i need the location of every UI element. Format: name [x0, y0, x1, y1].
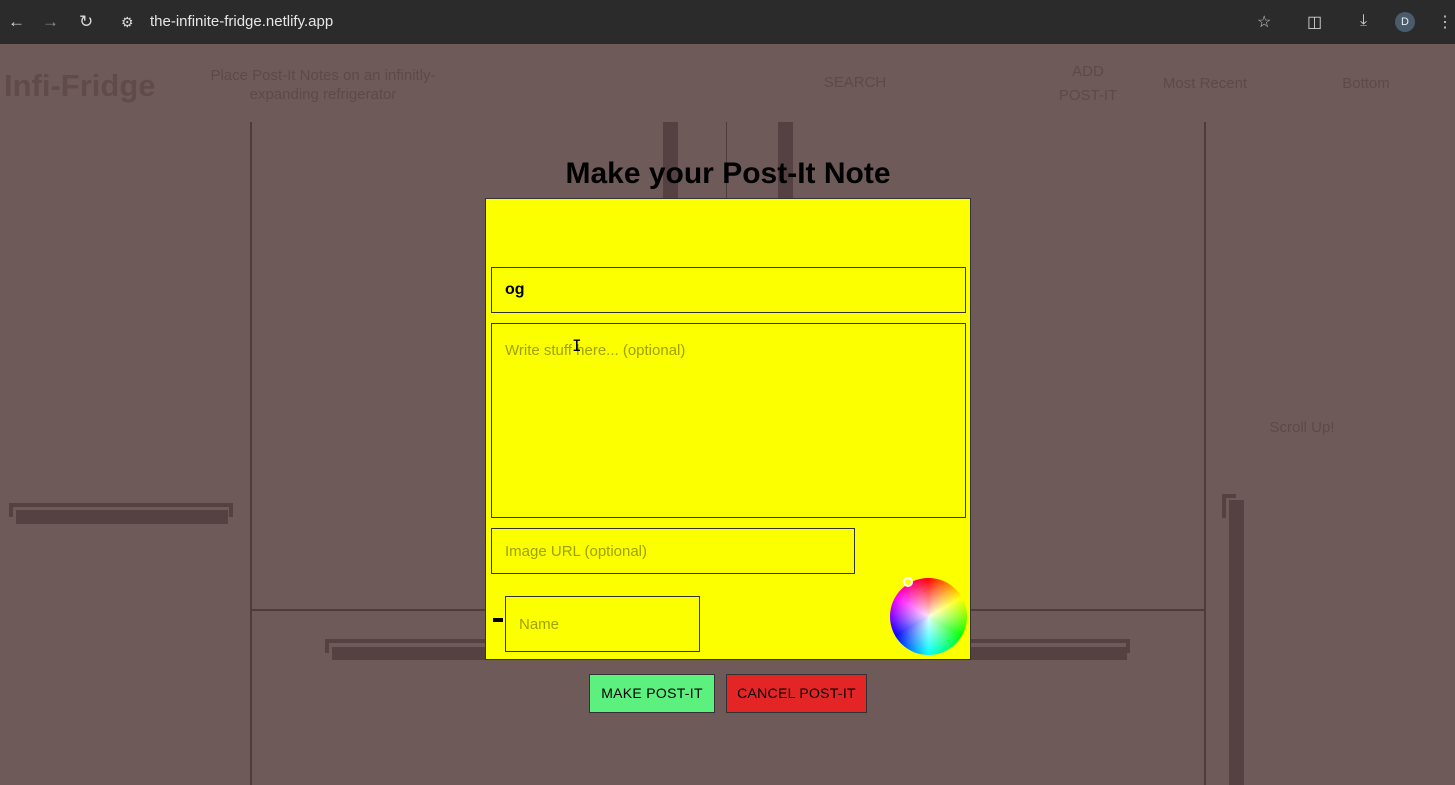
fridge-left-edge	[250, 122, 252, 785]
signature-dash	[493, 618, 503, 622]
color-wheel-picker[interactable]	[890, 578, 967, 655]
bookmark-star-icon[interactable]: ☆	[1257, 12, 1271, 32]
extensions-icon[interactable]: ◫	[1307, 12, 1322, 32]
side-handle	[1229, 500, 1244, 785]
nav-add-line2: POST-IT	[1058, 87, 1118, 104]
make-post-it-button[interactable]: MAKE POST-IT	[589, 674, 715, 713]
nav-search[interactable]: SEARCH	[815, 71, 895, 95]
menu-kebab-icon[interactable]: ⋮	[1437, 12, 1453, 32]
author-name-input[interactable]	[505, 596, 700, 652]
color-picker-handle[interactable]	[903, 577, 913, 587]
site-settings-icon[interactable]: ⚙	[121, 11, 134, 33]
site-logo[interactable]: Infi-Fridge	[4, 68, 156, 104]
address-bar[interactable]: the-infinite-fridge.netlify.app	[150, 13, 333, 30]
back-icon[interactable]: ←	[8, 11, 25, 33]
post-it-note-editor	[485, 198, 971, 660]
nav-most-recent[interactable]: Most Recent	[1145, 72, 1265, 96]
browser-toolbar: ← → ↻ ⚙ the-infinite-fridge.netlify.app …	[0, 0, 1455, 44]
note-title-input[interactable]	[491, 267, 966, 313]
image-url-input[interactable]	[491, 528, 855, 574]
forward-icon[interactable]: →	[42, 11, 59, 33]
download-icon[interactable]: ⤓	[1360, 12, 1367, 30]
modal-title: Make your Post-It Note	[565, 157, 891, 190]
site-tagline: Place Post-It Notes on an infinitly-expa…	[210, 67, 436, 103]
nav-bottom[interactable]: Bottom	[1326, 72, 1406, 96]
profile-avatar[interactable]: D	[1395, 12, 1415, 32]
scroll-up-hint[interactable]: Scroll Up!	[1250, 416, 1354, 440]
nav-add-line1: ADD	[1072, 63, 1104, 80]
cancel-post-it-button[interactable]: CANCEL POST-IT	[726, 674, 867, 713]
nav-add-post-it[interactable]: ADD POST-IT	[1050, 60, 1126, 108]
text-cursor-icon: I	[572, 336, 582, 355]
fridge-right-edge	[1204, 122, 1206, 785]
reload-icon[interactable]: ↻	[79, 11, 93, 33]
note-body-textarea[interactable]	[491, 323, 966, 518]
freezer-handle	[16, 510, 228, 524]
